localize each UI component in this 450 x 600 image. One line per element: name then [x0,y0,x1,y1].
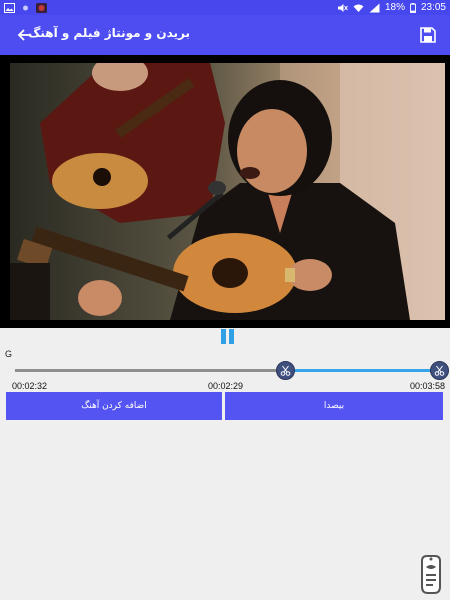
status-time: 23:05 [420,2,446,13]
add-music-button[interactable]: اضافه کردن آهنگ [6,392,222,420]
track-label: G [5,349,13,359]
trim-end-handle[interactable] [430,361,449,380]
video-frame-image [10,63,445,320]
pause-icon[interactable] [219,328,236,345]
page-title: بریدن و مونتاژ فیلم و آهنگ [28,26,190,40]
status-bar-left [4,1,47,14]
video-player[interactable] [0,55,450,328]
timeline-track-selected [285,369,440,372]
status-bar-right: 18% 23:05 [337,0,446,15]
trim-start-time: 00:02:32 [12,381,48,391]
trim-timeline[interactable] [15,361,449,381]
app-icon [36,2,47,13]
timeline-track-unselected [15,369,285,372]
wifi-icon [353,4,364,12]
battery-icon [410,2,416,13]
toolbar: بریدن و مونتاژ فیلم و آهنگ [0,15,450,55]
status-bar: 18% 23:05 [0,0,450,15]
trim-start-handle[interactable] [276,361,295,380]
scissors-icon [434,365,445,376]
mute-icon [337,3,348,12]
scissors-icon [280,365,291,376]
bazaar-logo-icon [421,555,441,594]
gallery-icon [4,2,15,13]
notification-dot-icon [23,5,28,10]
mute-button[interactable]: بیصدا [225,392,443,420]
trim-end-time: 00:03:58 [410,381,446,391]
save-icon[interactable] [418,25,438,45]
current-time: 00:02:29 [208,381,244,391]
signal-icon [369,3,380,12]
battery-percent: 18% [384,2,405,13]
